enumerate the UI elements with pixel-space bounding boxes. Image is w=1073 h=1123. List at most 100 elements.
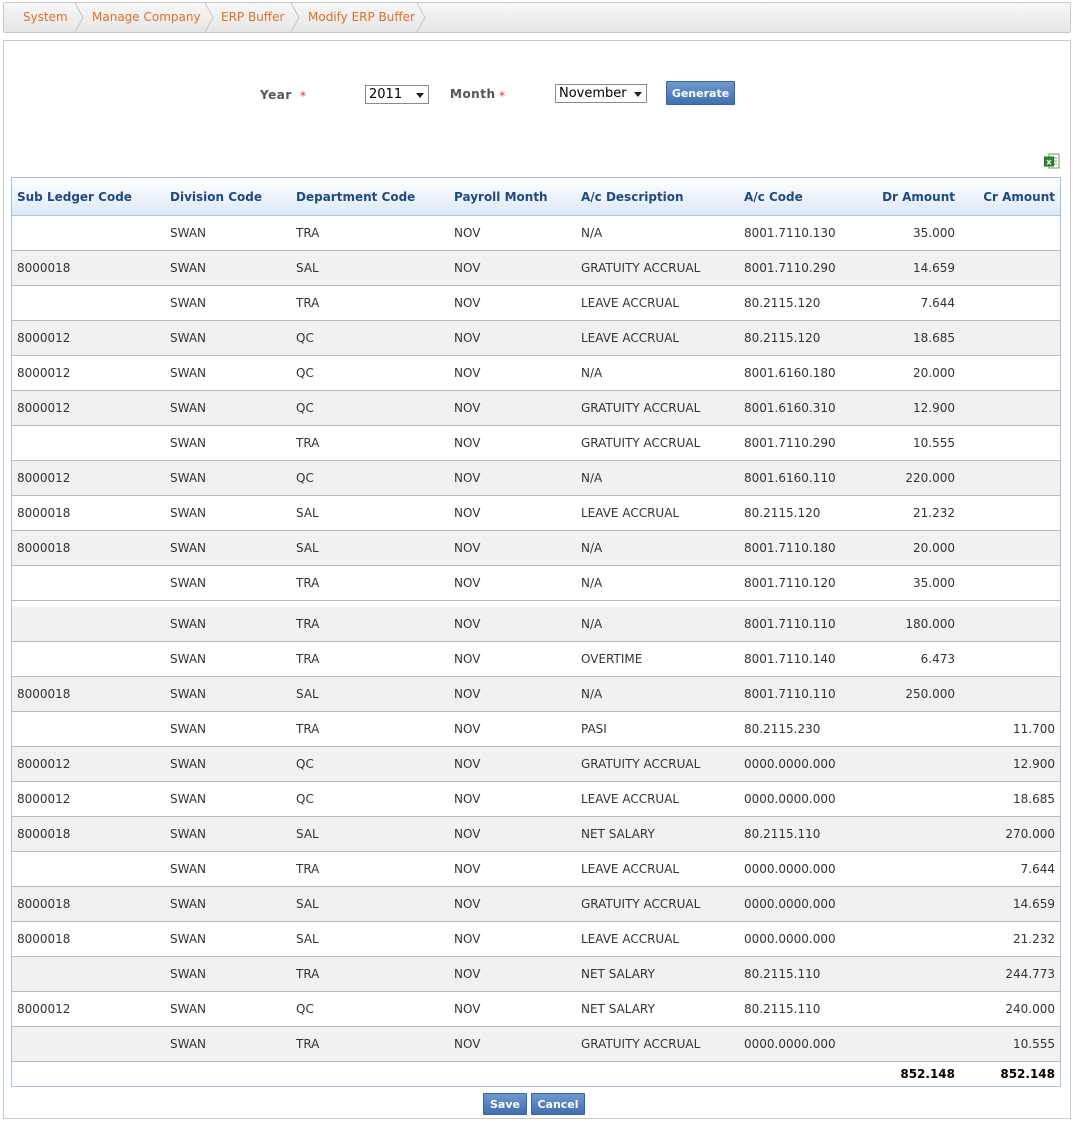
cell-sub-ledger-code: 8000018	[17, 687, 71, 701]
table-row[interactable]: 8000018 SWAN SAL NOV GRATUITY ACCRUAL 0000.00…	[12, 887, 1060, 922]
cell-cr-amount: 11.700	[1013, 722, 1055, 736]
cell-dr-amount	[855, 887, 955, 921]
breadcrumb-item-system[interactable]: System	[23, 3, 68, 32]
breadcrumb-item-erp-buffer[interactable]: ERP Buffer	[221, 3, 284, 32]
column-header-ac-code[interactable]: A/c Code	[744, 178, 803, 216]
cell-ac-description: LEAVE ACCRUAL	[581, 331, 680, 345]
column-header-cr-amount[interactable]: Cr Amount	[955, 178, 1055, 216]
cell-division-code: SWAN	[170, 687, 207, 701]
cell-ac-code: 8001.6160.110	[744, 471, 836, 485]
cell-division-code: SWAN	[170, 226, 207, 240]
table-row[interactable]: 8000018 SWAN SAL NOV N/A 8001.7110.110 250.000	[12, 677, 1060, 712]
cell-sub-ledger-code: 8000018	[17, 827, 71, 841]
table-row[interactable]: SWAN TRA NOV PASI 80.2115.230 11.700	[12, 712, 1060, 747]
cell-dr-amount	[855, 747, 955, 781]
cell-division-code: SWAN	[170, 506, 207, 520]
column-header-ac-description[interactable]: A/c Description	[581, 178, 684, 216]
table-row[interactable]: 8000018 SWAN SAL NOV LEAVE ACCRUAL 0000.0000.…	[12, 922, 1060, 957]
column-header-payroll-month[interactable]: Payroll Month	[454, 178, 548, 216]
cell-dr-amount: 21.232	[913, 506, 955, 520]
cell-sub-ledger-code: 8000012	[17, 471, 71, 485]
cell-payroll-month: NOV	[454, 757, 481, 771]
column-header-division-code[interactable]: Division Code	[170, 178, 262, 216]
table-row[interactable]: 8000012 SWAN QC NOV LEAVE ACCRUAL 0000.0000.0…	[12, 782, 1060, 817]
column-header-department-code[interactable]: Department Code	[296, 178, 415, 216]
table-row[interactable]: 8000012 SWAN QC NOV LEAVE ACCRUAL 80.2115.120…	[12, 321, 1060, 356]
breadcrumb-item-modify-erp-buffer[interactable]: Modify ERP Buffer	[308, 3, 415, 32]
table-row[interactable]: SWAN TRA NOV OVERTIME 8001.7110.140 6.473	[12, 642, 1060, 677]
year-select[interactable]: 2011	[365, 85, 429, 104]
cell-division-code: SWAN	[170, 862, 207, 876]
column-header-dr-amount[interactable]: Dr Amount	[855, 178, 955, 216]
cell-sub-ledger-code: 8000012	[17, 757, 71, 771]
table-row[interactable]: SWAN TRA NOV N/A 8001.7110.120 35.000	[12, 566, 1060, 601]
month-select[interactable]: November	[555, 84, 647, 103]
cell-ac-description: PASI	[581, 722, 607, 736]
table-row[interactable]: SWAN TRA NOV NET SALARY 80.2115.110 244.773	[12, 957, 1060, 992]
cell-ac-description: GRATUITY ACCRUAL	[581, 757, 701, 771]
cell-ac-description: LEAVE ACCRUAL	[581, 506, 680, 520]
cell-division-code: SWAN	[170, 897, 207, 911]
cell-cr-amount: 10.555	[1013, 1037, 1055, 1051]
save-button[interactable]: Save	[483, 1093, 527, 1115]
table-row[interactable]: 8000012 SWAN QC NOV NET SALARY 80.2115.110 240…	[12, 992, 1060, 1027]
cell-cr-amount	[955, 496, 1055, 530]
cell-sub-ledger-code: 8000012	[17, 1002, 71, 1016]
cell-cr-amount	[955, 216, 1055, 250]
cell-ac-code: 80.2115.120	[744, 296, 821, 310]
excel-export-icon[interactable]: x	[1044, 153, 1060, 169]
table-row[interactable]: 8000012 SWAN QC NOV GRATUITY ACCRUAL 8001.616…	[12, 391, 1060, 426]
breadcrumb-separator-icon	[290, 3, 300, 32]
table-row[interactable]: SWAN TRA NOV LEAVE ACCRUAL 0000.0000.000 7.64…	[12, 852, 1060, 887]
cell-sub-ledger-code: 8000018	[17, 506, 71, 520]
cell-dr-amount: 250.000	[905, 687, 955, 701]
cell-ac-description: N/A	[581, 366, 603, 380]
table-row[interactable]: SWAN TRA NOV N/A 8001.7110.110 180.000	[12, 607, 1060, 642]
cell-dr-amount	[855, 817, 955, 851]
table-row[interactable]: 8000018 SWAN SAL NOV NET SALARY 80.2115.110 27…	[12, 817, 1060, 852]
cell-department-code: QC	[296, 401, 314, 415]
cell-department-code: TRA	[296, 436, 320, 450]
generate-button[interactable]: Generate	[666, 81, 735, 105]
cell-department-code: TRA	[296, 862, 320, 876]
cell-division-code: SWAN	[170, 827, 207, 841]
cell-division-code: SWAN	[170, 331, 207, 345]
table-row[interactable]: SWAN TRA NOV GRATUITY ACCRUAL 0000.0000.000 1…	[12, 1027, 1060, 1062]
table-row[interactable]: 8000018 SWAN SAL NOV GRATUITY ACCRUAL 8001.71…	[12, 251, 1060, 286]
table-row[interactable]: SWAN TRA NOV N/A 8001.7110.130 35.000	[12, 216, 1060, 251]
cell-ac-code: 80.2115.110	[744, 1002, 821, 1016]
cell-sub-ledger-code: 8000018	[17, 541, 71, 555]
cell-cr-amount: 12.900	[1013, 757, 1055, 771]
table-row[interactable]: 8000018 SWAN SAL NOV LEAVE ACCRUAL 80.2115.12…	[12, 496, 1060, 531]
cell-department-code: TRA	[296, 576, 320, 590]
month-required-mark: *	[499, 89, 505, 103]
cell-cr-amount: 21.232	[1013, 932, 1055, 946]
cell-ac-description: N/A	[581, 617, 603, 631]
column-header-sub-ledger-code[interactable]: Sub Ledger Code	[17, 178, 132, 216]
cell-payroll-month: NOV	[454, 722, 481, 736]
cell-payroll-month: NOV	[454, 967, 481, 981]
svg-text:x: x	[1046, 158, 1052, 167]
cell-department-code: TRA	[296, 1037, 320, 1051]
cell-payroll-month: NOV	[454, 471, 481, 485]
cancel-button[interactable]: Cancel	[531, 1093, 585, 1115]
cell-dr-amount: 6.473	[920, 652, 955, 666]
cell-ac-code: 8001.7110.290	[744, 436, 836, 450]
cell-cr-amount	[955, 286, 1055, 320]
cell-ac-description: GRATUITY ACCRUAL	[581, 897, 701, 911]
table-row[interactable]: 8000012 SWAN QC NOV N/A 8001.6160.110 220.000	[12, 461, 1060, 496]
cell-department-code: QC	[296, 331, 314, 345]
table-row[interactable]: 8000012 SWAN QC NOV N/A 8001.6160.180 20.000	[12, 356, 1060, 391]
month-label: Month	[450, 87, 496, 101]
table-row[interactable]: 8000018 SWAN SAL NOV N/A 8001.7110.180 20.000	[12, 531, 1060, 566]
cell-department-code: TRA	[296, 296, 320, 310]
cell-sub-ledger-code: 8000012	[17, 792, 71, 806]
cell-ac-description: GRATUITY ACCRUAL	[581, 1037, 701, 1051]
table-row[interactable]: SWAN TRA NOV GRATUITY ACCRUAL 8001.7110.290 1…	[12, 426, 1060, 461]
table-row[interactable]: 8000012 SWAN QC NOV GRATUITY ACCRUAL 0000.000…	[12, 747, 1060, 782]
breadcrumb-item-manage-company[interactable]: Manage Company	[92, 3, 201, 32]
cell-dr-amount: 18.685	[913, 331, 955, 345]
cell-department-code: SAL	[296, 897, 319, 911]
table-row[interactable]: SWAN TRA NOV LEAVE ACCRUAL 80.2115.120 7.644	[12, 286, 1060, 321]
cell-ac-description: GRATUITY ACCRUAL	[581, 401, 701, 415]
